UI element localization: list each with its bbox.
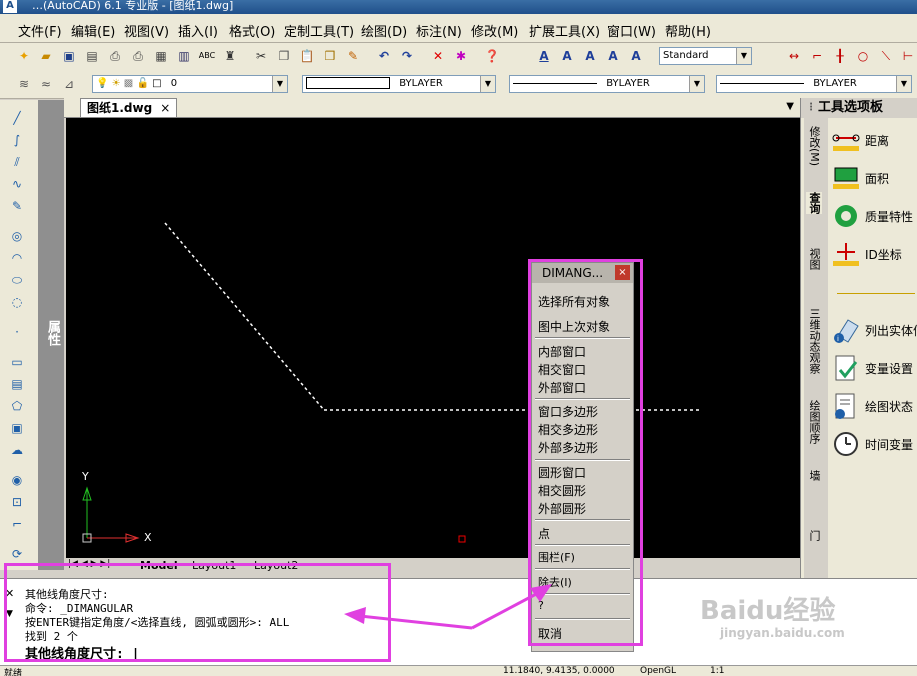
annotation-arrows: [344, 584, 552, 630]
arrow-head-right: [530, 584, 552, 602]
arrow-head-left: [344, 607, 366, 624]
arrow-to-command: [359, 614, 473, 630]
arrow-to-menu: [471, 590, 541, 630]
